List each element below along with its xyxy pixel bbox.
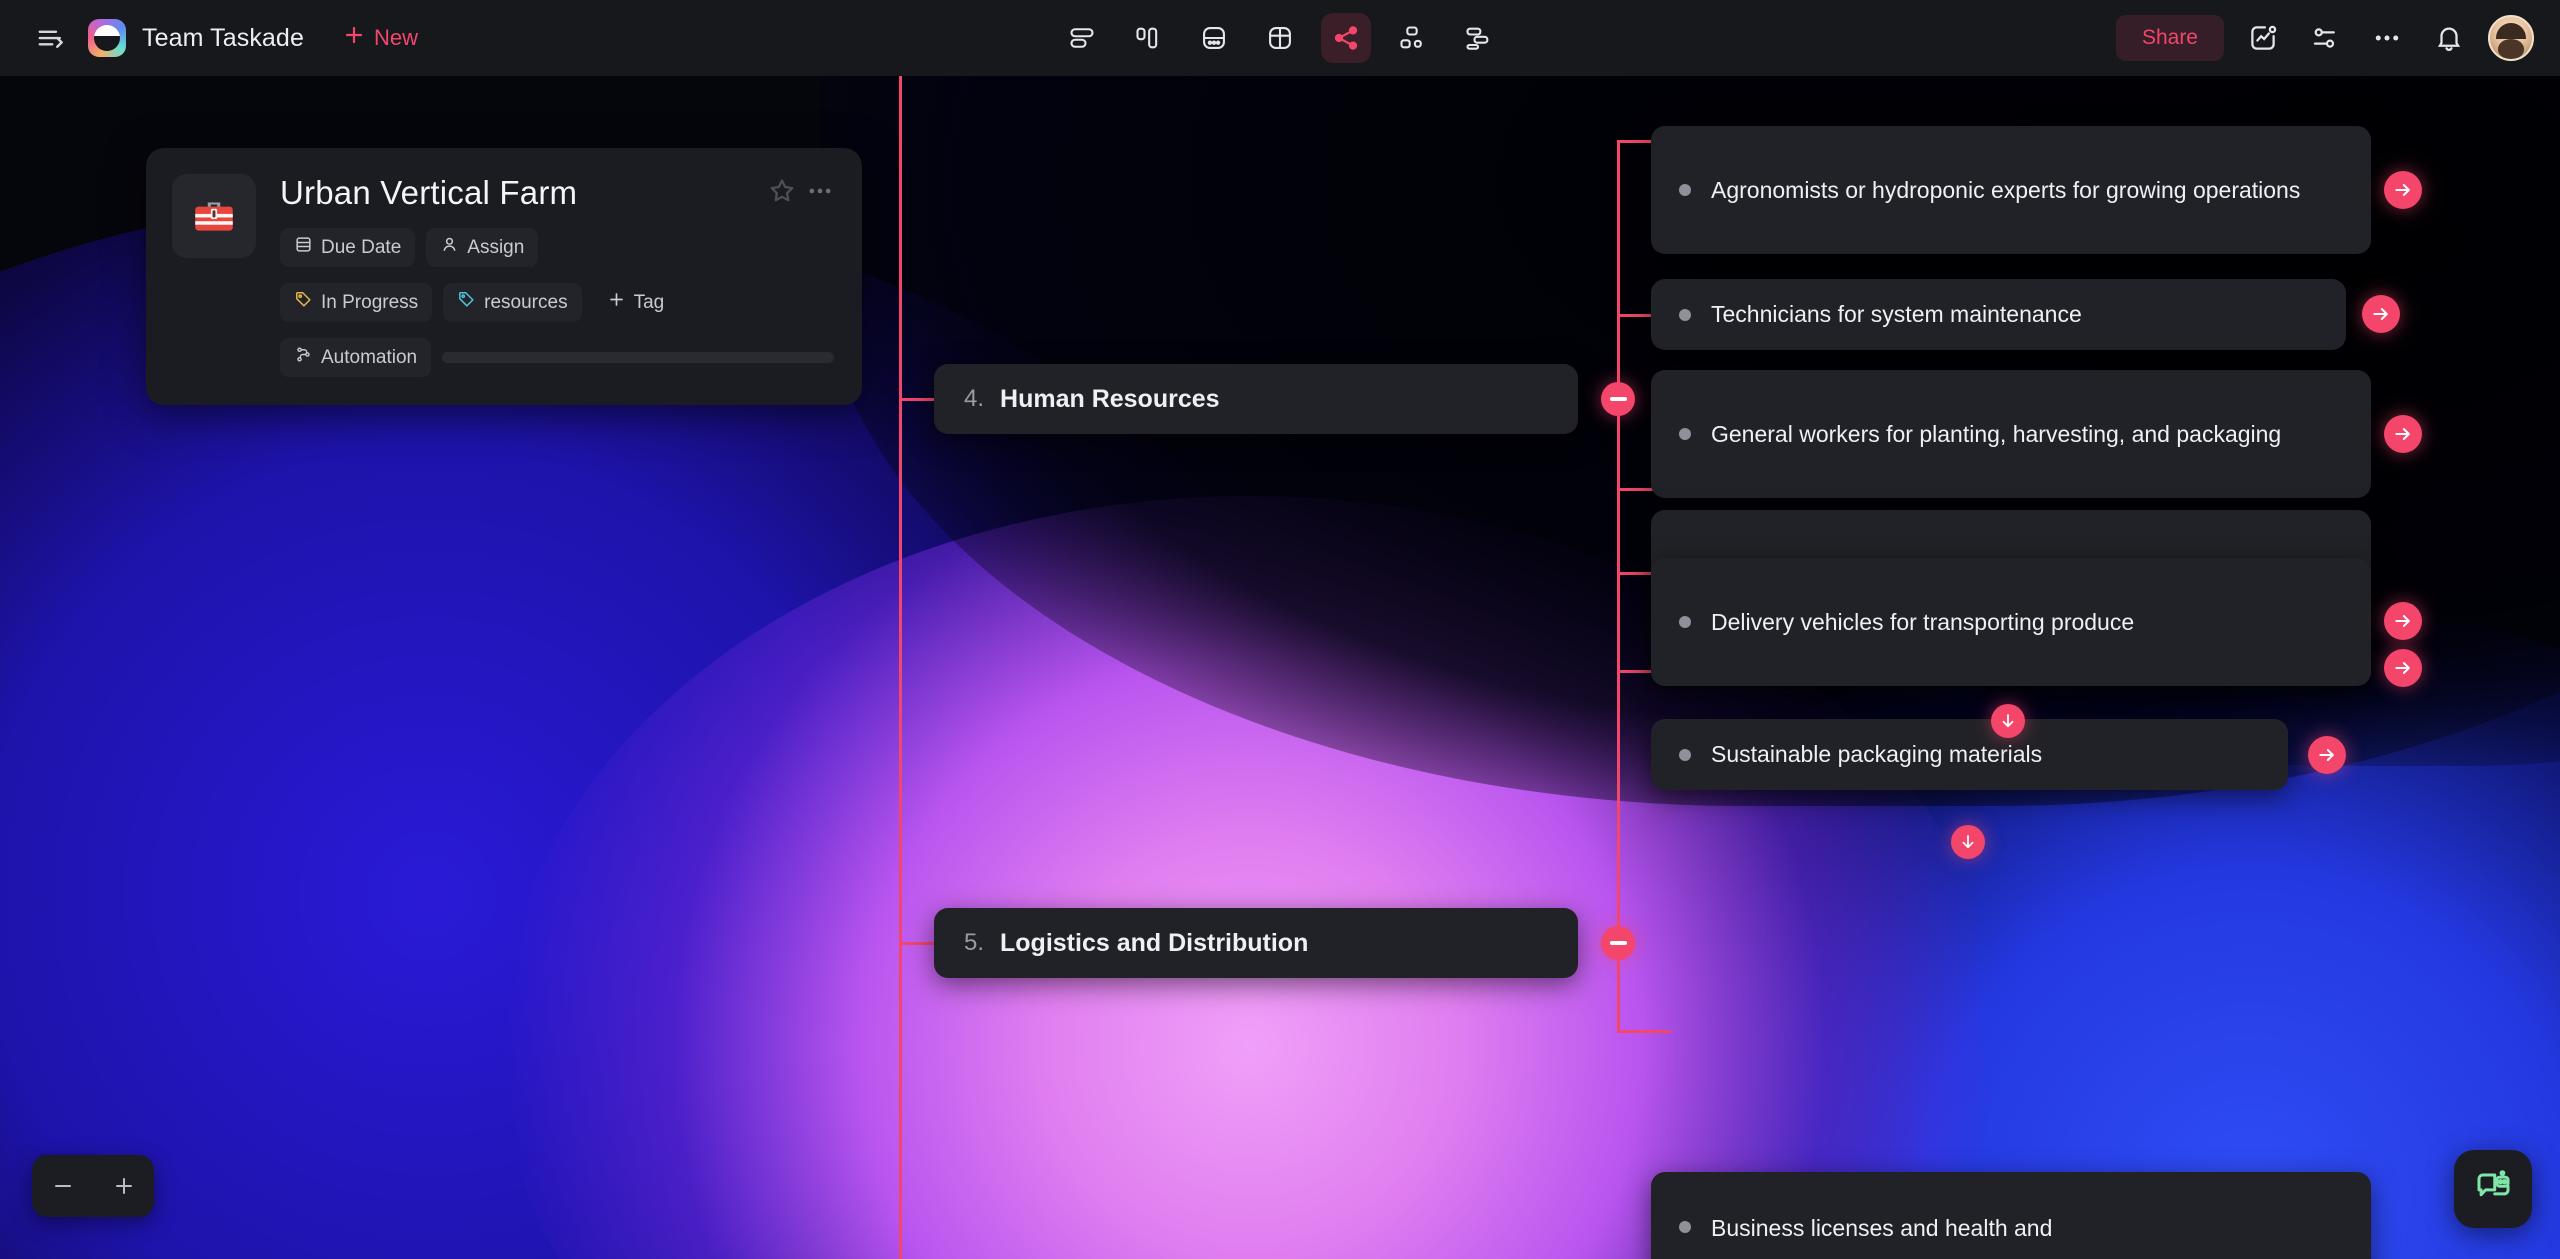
more-horizontal-icon[interactable] <box>2364 15 2410 61</box>
automation-chip[interactable]: Automation <box>280 338 431 377</box>
automation-label: Automation <box>321 347 417 369</box>
tag-chip-resources[interactable]: resources <box>443 283 581 322</box>
automation-icon <box>294 345 313 370</box>
leaf-node[interactable]: General workers for planting, harvesting… <box>1651 370 2371 498</box>
branch-stub-5 <box>899 942 937 945</box>
branch-stub-4 <box>899 398 937 401</box>
assign-chip[interactable]: Assign <box>426 228 538 267</box>
activity-chart-icon[interactable] <box>2240 15 2286 61</box>
arrow-down-icon-add-child-5[interactable] <box>1951 825 1985 859</box>
org-chart-icon[interactable] <box>1387 13 1437 63</box>
assign-label: Assign <box>467 237 524 259</box>
arrow-right-icon-leaf-4[interactable] <box>2384 649 2422 687</box>
bullet-icon <box>1679 1221 1691 1233</box>
app-header: Team Taskade New Share <box>0 0 2560 76</box>
project-card[interactable]: Urban Vertical Farm Due Date Assign <box>146 148 862 405</box>
bullet-icon <box>1679 616 1691 628</box>
status-chip[interactable]: In Progress <box>280 283 432 322</box>
leaf-node[interactable]: Business licenses and health and <box>1651 1172 2371 1259</box>
plus-icon <box>607 290 626 315</box>
ai-chat-bot-icon[interactable] <box>2454 1150 2532 1228</box>
view-switcher <box>1057 13 1503 63</box>
bullet-icon <box>1679 184 1691 196</box>
bullet-icon <box>1679 428 1691 440</box>
collapse-minus-icon-logistics[interactable] <box>1601 926 1635 960</box>
child-spine-5-lower <box>1617 960 1620 1032</box>
child-spine-4-upper <box>1617 140 1620 388</box>
child-spine-5-upper <box>1617 572 1620 932</box>
leaf-text: Technicians for system maintenance <box>1711 298 2318 331</box>
mindmap-share-icon[interactable] <box>1321 13 1371 63</box>
leaf-node[interactable]: Sustainable packaging materials <box>1651 719 2288 790</box>
leaf-node[interactable]: Agronomists or hydroponic experts for gr… <box>1651 126 2371 254</box>
sidebar-toggle-icon[interactable] <box>28 15 74 61</box>
leaf-text: Sustainable packaging materials <box>1711 738 2260 771</box>
status-label: In Progress <box>321 292 418 314</box>
branch-label: Human Resources <box>1000 385 1220 414</box>
add-tag-button[interactable]: Tag <box>593 283 679 322</box>
branch-label: Logistics and Distribution <box>1000 929 1308 958</box>
person-icon <box>440 235 459 260</box>
leaf-text: Delivery vehicles for transporting produ… <box>1711 606 2343 639</box>
new-label: New <box>374 25 418 51</box>
leaf-node[interactable]: Delivery vehicles for transporting produ… <box>1651 558 2371 686</box>
notification-bell-icon[interactable] <box>2426 15 2472 61</box>
gantt-view-icon[interactable] <box>1453 13 1503 63</box>
star-icon[interactable] <box>768 177 796 210</box>
more-horizontal-icon[interactable] <box>806 177 834 210</box>
child-connector-5-2 <box>1617 1030 1671 1033</box>
leaf-text: Agronomists or hydroponic experts for gr… <box>1711 174 2343 207</box>
share-button[interactable]: Share <box>2116 15 2224 61</box>
plus-icon <box>342 23 366 53</box>
leaf-node[interactable]: Technicians for system maintenance <box>1651 279 2346 350</box>
arrow-down-icon-add-child-4[interactable] <box>1991 704 2025 738</box>
list-view-icon[interactable] <box>1057 13 1107 63</box>
board-view-icon[interactable] <box>1123 13 1173 63</box>
arrow-right-icon-leaf-1[interactable] <box>2384 171 2422 209</box>
leaf-text: Business licenses and health and <box>1711 1212 2343 1245</box>
toolbox-icon <box>172 174 256 258</box>
tag-label: resources <box>484 292 567 314</box>
trunk-line <box>899 76 902 1259</box>
bullet-icon <box>1679 309 1691 321</box>
branch-node-logistics-and-distribution[interactable]: 5. Logistics and Distribution <box>934 908 1578 978</box>
filter-sliders-icon[interactable] <box>2302 15 2348 61</box>
due-date-label: Due Date <box>321 237 401 259</box>
zoom-in-button[interactable] <box>104 1166 144 1206</box>
arrow-right-icon-leaf-2[interactable] <box>2362 295 2400 333</box>
branch-node-human-resources[interactable]: 4. Human Resources <box>934 364 1578 434</box>
taskade-logo-icon[interactable] <box>88 19 126 57</box>
table-view-icon[interactable] <box>1255 13 1305 63</box>
new-button[interactable]: New <box>342 23 418 53</box>
action-view-icon[interactable] <box>1189 13 1239 63</box>
add-tag-label: Tag <box>634 292 665 314</box>
bullet-icon <box>1679 749 1691 761</box>
due-date-chip[interactable]: Due Date <box>280 228 415 267</box>
collapse-minus-icon-human-resources[interactable] <box>1601 382 1635 416</box>
arrow-right-icon-leaf-6[interactable] <box>2308 736 2346 774</box>
tag-icon <box>294 290 313 315</box>
page-title: Urban Vertical Farm <box>280 174 758 212</box>
zoom-out-button[interactable] <box>43 1166 83 1206</box>
zoom-controls <box>32 1155 154 1217</box>
branch-number: 4. <box>964 385 984 413</box>
tag-icon <box>457 290 476 315</box>
arrow-right-icon-leaf-5[interactable] <box>2384 602 2422 640</box>
leaf-text: General workers for planting, harvesting… <box>1711 418 2343 451</box>
user-avatar[interactable] <box>2488 15 2534 61</box>
arrow-right-icon-leaf-3[interactable] <box>2384 415 2422 453</box>
automation-progress-bar <box>442 352 834 363</box>
branch-number: 5. <box>964 929 984 957</box>
calendar-icon <box>294 235 313 260</box>
workspace-title: Team Taskade <box>142 24 304 53</box>
